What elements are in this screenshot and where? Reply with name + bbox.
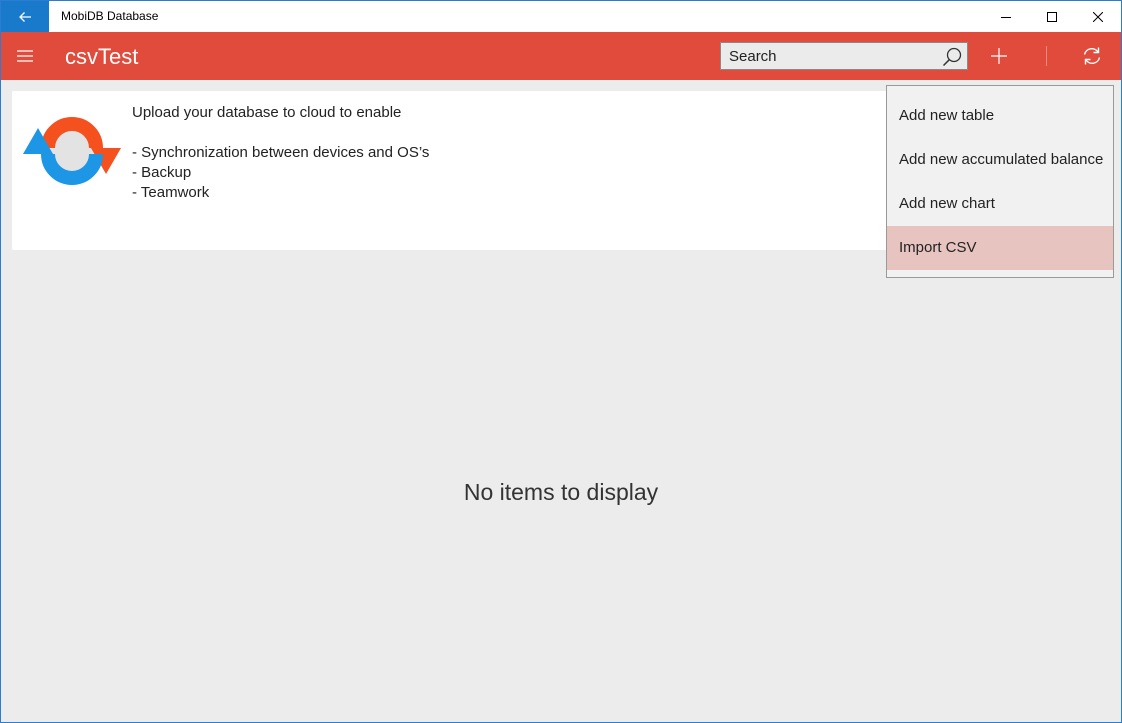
add-dropdown-menu: Add new table Add new accumulated balanc… [886,85,1114,278]
menu-item-add-accumulated-balance[interactable]: Add new accumulated balance [887,138,1113,182]
menu-item-add-table[interactable]: Add new table [887,94,1113,138]
sync-icon [1083,47,1101,65]
close-icon [1093,11,1103,22]
close-button[interactable] [1075,1,1121,32]
card-bullet: - Synchronization between devices and OS… [132,144,430,161]
card-heading: Upload your database to cloud to enable [132,104,402,121]
sync-logo-icon [23,117,121,185]
cloud-upload-text: Upload your database to cloud to enable … [132,103,429,203]
arrow-left-icon [19,11,31,22]
search-input[interactable] [721,43,944,69]
menu-item-add-chart[interactable]: Add new chart [887,182,1113,226]
app-window: MobiDB Database csvTest Search Upload yo… [0,0,1122,723]
back-button[interactable] [1,1,49,32]
menu-item-import-csv[interactable]: Import CSV [887,226,1113,270]
hamburger-menu-button[interactable] [1,32,49,80]
search-box[interactable] [720,42,968,70]
empty-state-text: No items to display [463,479,659,505]
card-bullet: - Backup [132,164,192,181]
maximize-icon [1047,11,1057,22]
search-icon[interactable] [941,46,963,68]
cloud-upload-card: Upload your database to cloud to enable … [12,91,892,250]
app-bar: csvTest [1,32,1121,80]
window-title: MobiDB Database [61,9,159,23]
maximize-button[interactable] [1029,1,1075,32]
minimize-button[interactable] [983,1,1029,32]
sync-button[interactable] [1077,42,1107,70]
add-button[interactable] [985,42,1013,70]
card-bullet: - Teamwork [132,184,210,201]
hamburger-icon [17,50,33,62]
minimize-icon [1001,16,1011,18]
plus-icon [991,48,1007,64]
toolbar-separator [1046,46,1047,66]
title-bar: MobiDB Database [1,1,1121,32]
database-title: csvTest [65,44,139,69]
